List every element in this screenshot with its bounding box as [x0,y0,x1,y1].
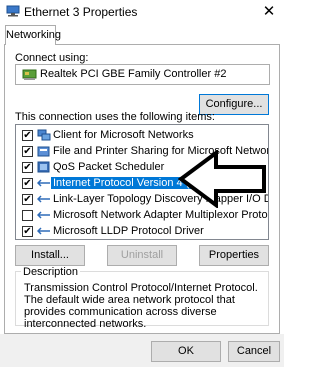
item-checkbox[interactable]: ✔ [22,130,33,141]
item-checkbox[interactable]: ✔ [22,146,33,157]
ok-button[interactable]: OK [151,341,221,362]
qos-icon [37,161,50,173]
item-checkbox[interactable]: ✔ [22,194,33,205]
adapter-field: Realtek PCI GBE Family Controller #2 [15,64,270,85]
protocol-icon [37,195,50,203]
tab-networking[interactable]: Networking [5,25,61,45]
list-item[interactable]: Microsoft Network Adapter Multiplexor Pr… [16,208,268,224]
network-client-icon [37,129,51,141]
adapter-name: Realtek PCI GBE Family Controller #2 [40,68,227,80]
protocol-icon [37,179,50,187]
network-adapter-icon [6,5,20,17]
item-checkbox[interactable] [22,210,33,221]
item-checkbox[interactable]: ✔ [22,162,33,173]
item-label: Client for Microsoft Networks [53,129,194,141]
network-card-icon [22,69,37,80]
connect-using-label: Connect using: [15,52,89,64]
window-title: Ethernet 3 Properties [24,5,138,19]
list-item[interactable]: ✔ Microsoft LLDP Protocol Driver [16,224,268,239]
description-title: Description [21,266,81,278]
properties-button[interactable]: Properties [199,245,269,266]
item-label: QoS Packet Scheduler [53,161,165,173]
item-checkbox[interactable]: ✔ [22,226,33,237]
file-sharing-icon [37,146,50,157]
protocol-icon [37,211,50,219]
close-icon: ✕ [262,3,276,20]
uninstall-button[interactable]: Uninstall [107,245,177,266]
item-label: Microsoft Network Adapter Multiplexor Pr… [53,209,269,221]
close-button[interactable]: ✕ [260,3,278,21]
description-text: Transmission Control Protocol/Internet P… [24,282,258,330]
cancel-button[interactable]: Cancel [228,341,280,362]
protocol-icon [37,227,50,235]
item-checkbox[interactable]: ✔ [22,178,33,189]
annotation-arrow-icon [178,150,266,208]
title-bar[interactable]: Ethernet 3 Properties ✕ [0,0,284,24]
item-label: Microsoft LLDP Protocol Driver [53,225,204,237]
install-button[interactable]: Install... [15,245,85,266]
items-label: This connection uses the following items… [15,111,215,123]
list-item[interactable]: ✔ Client for Microsoft Networks [16,128,268,144]
